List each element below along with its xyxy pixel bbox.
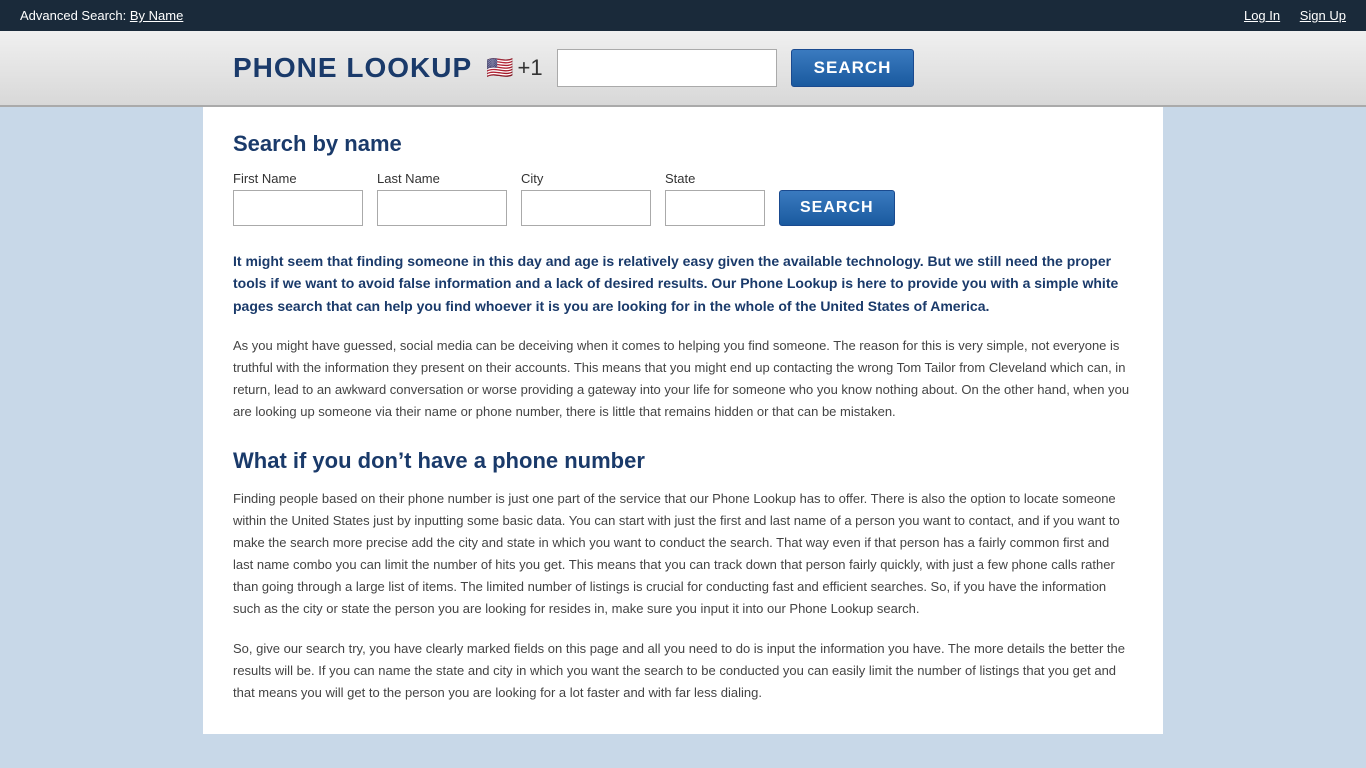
signup-link[interactable]: Sign Up (1300, 8, 1346, 23)
first-name-input[interactable] (233, 190, 363, 226)
by-name-link[interactable]: By Name (130, 8, 183, 23)
city-label: City (521, 171, 651, 186)
main-content: Search by name First Name Last Name City… (203, 107, 1163, 734)
first-name-field: First Name (233, 171, 363, 226)
first-name-label: First Name (233, 171, 363, 186)
state-label: State (665, 171, 765, 186)
name-search-form: First Name Last Name City State SEARCH (233, 171, 1133, 226)
phone-flag-code: 🇺🇸 +1 (486, 55, 543, 81)
last-name-label: Last Name (377, 171, 507, 186)
section3-body-text: So, give our search try, you have clearl… (233, 638, 1133, 704)
state-input[interactable] (665, 190, 765, 226)
top-nav-right: Log In Sign Up (1228, 8, 1346, 23)
search-by-name-title: Search by name (233, 131, 1133, 157)
name-search-button[interactable]: SEARCH (779, 190, 895, 226)
advanced-search-label: Advanced Search: By Name (20, 8, 183, 23)
last-name-field: Last Name (377, 171, 507, 226)
flag-emoji: 🇺🇸 (486, 55, 513, 81)
last-name-input[interactable] (377, 190, 507, 226)
state-field: State (665, 171, 765, 226)
phone-lookup-header: PHONE LOOKUP 🇺🇸 +1 SEARCH (0, 31, 1366, 107)
section2-title: What if you don’t have a phone number (233, 448, 1133, 474)
phone-lookup-title: PHONE LOOKUP (233, 52, 472, 84)
city-field: City (521, 171, 651, 226)
phone-number-input[interactable] (557, 49, 777, 87)
header-inner: PHONE LOOKUP 🇺🇸 +1 SEARCH (203, 31, 1163, 105)
country-code: +1 (518, 55, 543, 81)
intro-normal-text: As you might have guessed, social media … (233, 335, 1133, 423)
login-link[interactable]: Log In (1244, 8, 1280, 23)
phone-search-button[interactable]: SEARCH (791, 49, 915, 87)
page-wrapper: Advanced Search: By Name Log In Sign Up … (0, 0, 1366, 768)
city-input[interactable] (521, 190, 651, 226)
intro-bold-text: It might seem that finding someone in th… (233, 250, 1133, 317)
top-nav: Advanced Search: By Name Log In Sign Up (0, 0, 1366, 31)
section2-body-text: Finding people based on their phone numb… (233, 488, 1133, 621)
